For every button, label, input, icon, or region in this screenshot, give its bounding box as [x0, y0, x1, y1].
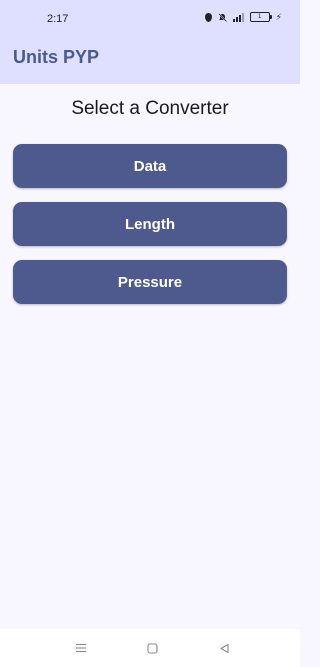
system-nav-bar [0, 629, 300, 667]
home-square-icon[interactable] [142, 638, 162, 658]
status-icons: 1 ⚡ [204, 11, 282, 22]
status-bar: 2:17 1 ⚡ [0, 0, 300, 36]
pressure-converter-button[interactable]: Pressure [13, 260, 287, 304]
battery-icon: 1 [249, 12, 272, 22]
status-time: 2:17 [47, 13, 69, 25]
data-converter-button[interactable]: Data [13, 144, 287, 188]
pressure-converter-button-label: Pressure [117, 273, 183, 291]
charging-bolt-icon: ⚡ [275, 11, 282, 22]
mute-bell-icon [218, 12, 227, 22]
length-converter-button[interactable]: Length [13, 202, 287, 246]
back-triangle-icon[interactable] [214, 638, 234, 658]
app-bar: Units PYP [0, 36, 300, 84]
data-converter-button-label: Data [133, 157, 167, 175]
length-converter-button-label: Length [125, 215, 175, 233]
water-drop-icon [204, 12, 212, 22]
page-heading: Select a Converter [71, 98, 229, 119]
menu-icon[interactable] [71, 638, 91, 658]
app-title: Units PYP [13, 47, 100, 67]
signal-icon [232, 12, 244, 22]
